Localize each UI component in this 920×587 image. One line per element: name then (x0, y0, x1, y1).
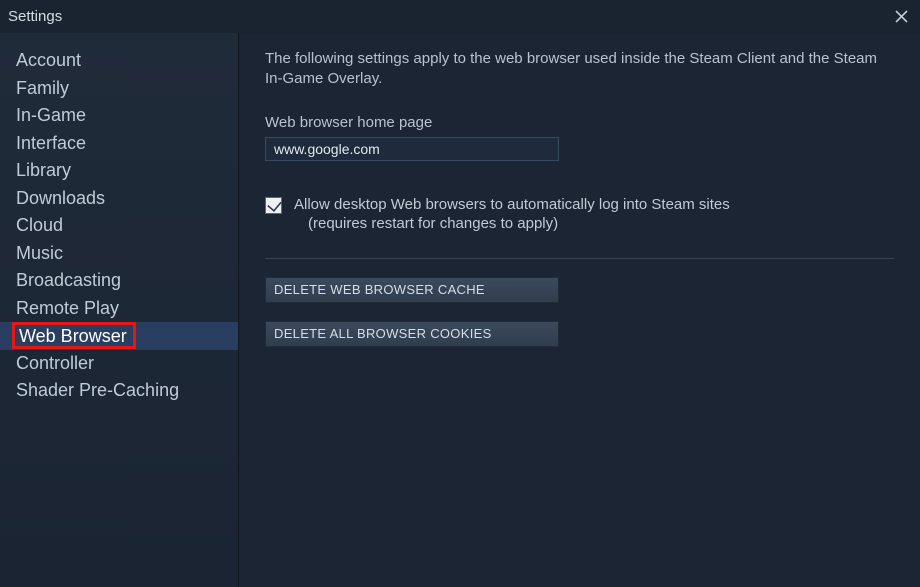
sidebar-item-remote-play[interactable]: Remote Play (0, 295, 238, 323)
sidebar-item-downloads[interactable]: Downloads (0, 185, 238, 213)
sidebar-item-label: Interface (16, 133, 86, 154)
sidebar-item-label: Remote Play (16, 298, 119, 319)
close-icon (895, 10, 908, 23)
sidebar-item-controller[interactable]: Controller (0, 350, 238, 378)
sidebar-item-label: Downloads (16, 188, 105, 209)
delete-cookies-button[interactable]: DELETE ALL BROWSER COOKIES (265, 321, 559, 347)
sidebar-item-label: Shader Pre-Caching (16, 380, 179, 401)
sidebar-item-label: Music (16, 243, 63, 264)
sidebar-item-label: Family (16, 78, 69, 99)
sidebar-item-in-game[interactable]: In-Game (0, 102, 238, 130)
homepage-input[interactable] (265, 137, 559, 161)
sidebar-item-account[interactable]: Account (0, 47, 238, 75)
window-title: Settings (8, 8, 62, 25)
sidebar-item-cloud[interactable]: Cloud (0, 212, 238, 240)
minimize-icon (869, 11, 881, 23)
minimize-button[interactable] (864, 6, 886, 28)
sidebar-item-web-browser[interactable]: Web Browser (0, 322, 238, 350)
auto-login-checkbox[interactable] (265, 197, 282, 214)
titlebar: Settings (0, 0, 920, 33)
sidebar-item-library[interactable]: Library (0, 157, 238, 185)
auto-login-row: Allow desktop Web browsers to automatica… (265, 195, 894, 234)
panel-description: The following settings apply to the web … (265, 49, 894, 90)
sidebar-item-label: Account (16, 50, 81, 71)
sidebar-item-label: Web Browser (12, 322, 136, 349)
divider (265, 258, 894, 259)
sidebar-item-broadcasting[interactable]: Broadcasting (0, 267, 238, 295)
sidebar-item-label: Cloud (16, 215, 63, 236)
sidebar-item-label: In-Game (16, 105, 86, 126)
auto-login-line1: Allow desktop Web browsers to automatica… (294, 196, 730, 213)
auto-login-label: Allow desktop Web browsers to automatica… (294, 195, 730, 234)
content: Account Family In-Game Interface Library… (0, 33, 920, 587)
close-button[interactable] (890, 6, 912, 28)
sidebar-item-label: Broadcasting (16, 270, 121, 291)
homepage-label: Web browser home page (265, 114, 894, 131)
sidebar: Account Family In-Game Interface Library… (0, 33, 239, 587)
sidebar-item-label: Controller (16, 353, 94, 374)
sidebar-item-interface[interactable]: Interface (0, 130, 238, 158)
sidebar-item-family[interactable]: Family (0, 75, 238, 103)
main-panel: The following settings apply to the web … (239, 33, 920, 587)
auto-login-line2: (requires restart for changes to apply) (294, 214, 730, 234)
sidebar-item-shader-pre-caching[interactable]: Shader Pre-Caching (0, 377, 238, 405)
delete-cache-button[interactable]: DELETE WEB BROWSER CACHE (265, 277, 559, 303)
sidebar-item-label: Library (16, 160, 71, 181)
sidebar-item-music[interactable]: Music (0, 240, 238, 268)
